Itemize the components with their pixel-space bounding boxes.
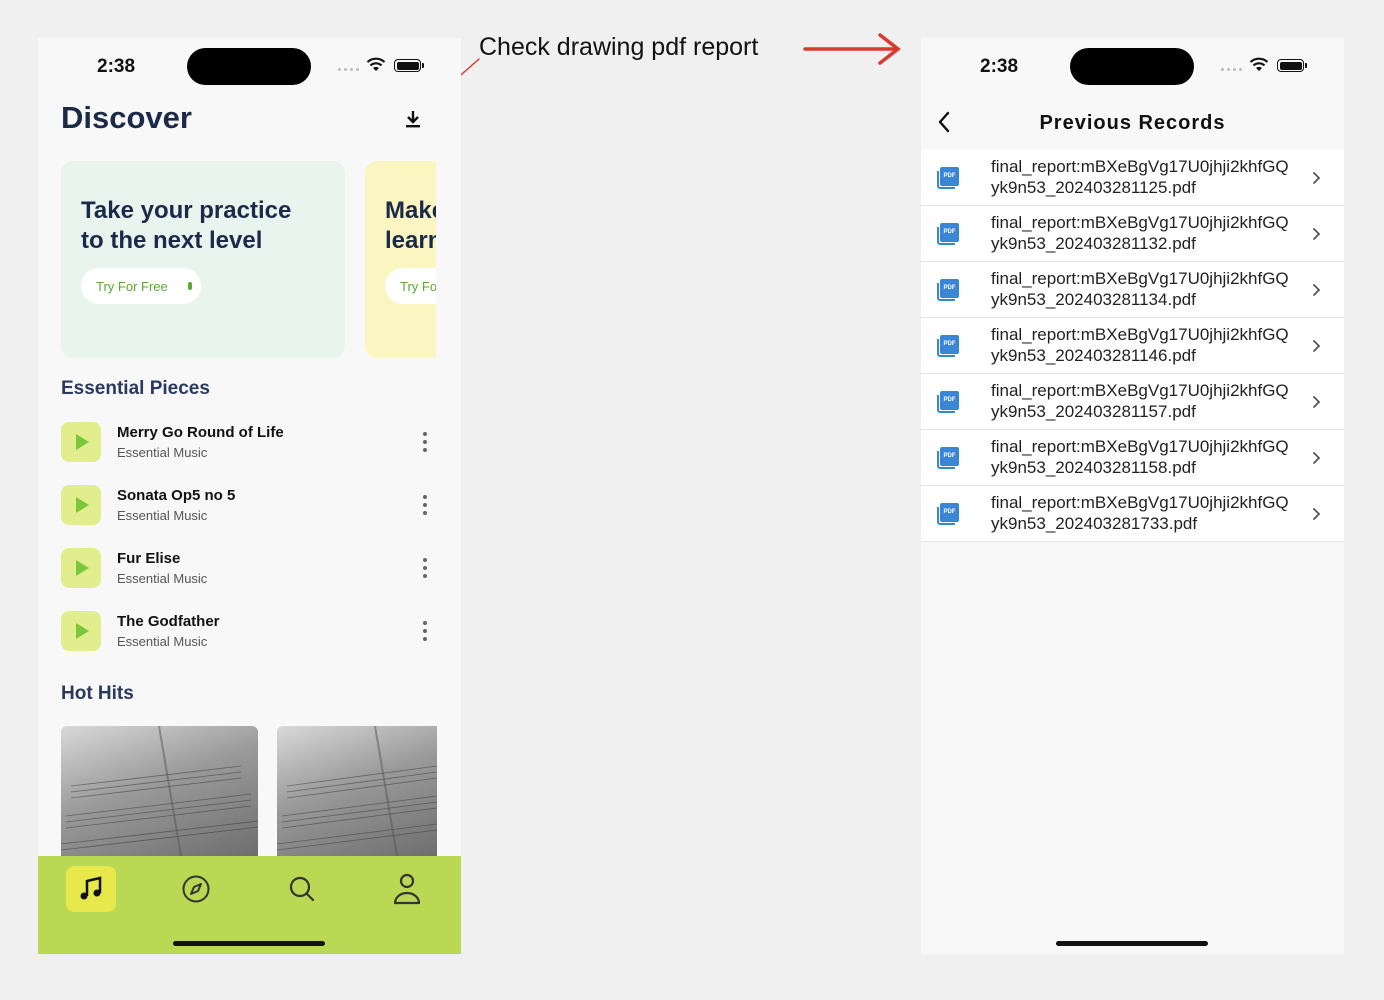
compass-icon: [182, 875, 210, 903]
chevron-right-icon: [1313, 452, 1321, 464]
pdf-icon: PDF: [937, 279, 959, 301]
list-item[interactable]: PDF final_report:mBXeBgVg17U0jhji2khfGQy…: [921, 262, 1344, 318]
list-item[interactable]: PDF final_report:mBXeBgVg17U0jhji2khfGQy…: [921, 150, 1344, 206]
chevron-right-icon: [1313, 172, 1321, 184]
pdf-icon: PDF: [937, 447, 959, 469]
nav-explore[interactable]: [171, 866, 221, 912]
try-for-free-button[interactable]: Try Fo: [385, 268, 436, 304]
chevron-right-icon: [1313, 340, 1321, 352]
try-for-free-button[interactable]: Try For Free: [81, 268, 201, 304]
home-indicator: [173, 941, 325, 946]
sheet-music-image: [277, 726, 437, 856]
list-item[interactable]: PDF final_report:mBXeBgVg17U0jhji2khfGQy…: [921, 430, 1344, 486]
page-title: Discover: [61, 100, 192, 135]
record-filename: final_report:mBXeBgVg17U0jhji2khfGQyk9n5…: [991, 269, 1289, 309]
record-filename: final_report:mBXeBgVg17U0jhji2khfGQyk9n5…: [991, 325, 1289, 365]
play-button[interactable]: [61, 422, 101, 462]
discover-screen: 2:38 Discover Take your practice to the …: [38, 38, 461, 954]
track-title: The Godfather: [117, 613, 220, 630]
list-item[interactable]: PDF final_report:mBXeBgVg17U0jhji2khfGQy…: [921, 374, 1344, 430]
signal-icon: [1221, 65, 1243, 71]
signal-icon: [338, 65, 360, 71]
promo-text: Make learn: [385, 197, 436, 254]
track-subtitle: Essential Music: [117, 508, 208, 523]
promo-card[interactable]: Make learn Try Fo: [365, 161, 436, 358]
pdf-icon: PDF: [937, 167, 959, 189]
chevron-right-icon: [1313, 396, 1321, 408]
app-header: Previous Records: [921, 94, 1344, 150]
list-item[interactable]: PDF final_report:mBXeBgVg17U0jhji2khfGQy…: [921, 486, 1344, 542]
list-item[interactable]: PDF final_report:mBXeBgVg17U0jhji2khfGQy…: [921, 206, 1344, 262]
hot-hit-card[interactable]: [61, 726, 258, 856]
play-icon: [76, 434, 89, 450]
track-title: Sonata Op5 no 5: [117, 487, 236, 504]
dynamic-island: [1070, 48, 1194, 85]
play-button[interactable]: [61, 611, 101, 651]
list-item[interactable]: PDF final_report:mBXeBgVg17U0jhji2khfGQy…: [921, 318, 1344, 374]
download-button[interactable]: [400, 107, 426, 131]
track-row[interactable]: Merry Go Round of Life Essential Music: [61, 422, 438, 464]
chevron-right-icon: [1313, 284, 1321, 296]
more-options-icon[interactable]: [419, 432, 431, 452]
track-row[interactable]: The Godfather Essential Music: [61, 611, 438, 653]
play-icon: [76, 623, 89, 639]
nav-music[interactable]: [66, 866, 116, 912]
play-icon: [76, 560, 89, 576]
record-filename: final_report:mBXeBgVg17U0jhji2khfGQyk9n5…: [991, 493, 1289, 533]
home-indicator: [1056, 941, 1208, 946]
wifi-icon: [366, 57, 386, 71]
record-filename: final_report:mBXeBgVg17U0jhji2khfGQyk9n5…: [991, 157, 1289, 197]
status-bar: 2:38: [38, 38, 461, 94]
more-options-icon[interactable]: [419, 558, 431, 578]
nav-profile[interactable]: [382, 866, 432, 912]
search-icon: [289, 876, 315, 902]
track-subtitle: Essential Music: [117, 571, 208, 586]
music-icon: [80, 876, 102, 900]
track-subtitle: Essential Music: [117, 445, 208, 460]
download-icon: [406, 111, 420, 128]
user-icon: [393, 873, 421, 905]
track-title: Merry Go Round of Life: [117, 424, 284, 441]
battery-icon: [1277, 59, 1307, 72]
hot-hit-card[interactable]: [277, 726, 437, 856]
previous-records-screen: 2:38 Previous Records PDF final_report:m…: [921, 38, 1344, 954]
pdf-icon: PDF: [937, 335, 959, 357]
chevron-right-icon: [1313, 508, 1321, 520]
bottom-nav: [38, 856, 461, 954]
status-time: 2:38: [97, 56, 136, 77]
section-title-hot-hits: Hot Hits: [61, 683, 134, 704]
track-row[interactable]: Fur Elise Essential Music: [61, 548, 438, 590]
more-options-icon[interactable]: [419, 621, 431, 641]
play-button[interactable]: [61, 485, 101, 525]
annotation-label: Check drawing pdf report: [479, 33, 759, 61]
status-time: 2:38: [980, 56, 1019, 77]
pdf-icon: PDF: [937, 503, 959, 525]
chevron-right-icon: [1313, 228, 1321, 240]
status-bar: 2:38: [921, 38, 1344, 94]
record-filename: final_report:mBXeBgVg17U0jhji2khfGQyk9n5…: [991, 213, 1289, 253]
track-title: Fur Elise: [117, 550, 181, 567]
track-subtitle: Essential Music: [117, 634, 208, 649]
page-title: Previous Records: [1039, 112, 1226, 134]
nav-search[interactable]: [277, 866, 327, 912]
wifi-icon: [1249, 57, 1269, 71]
record-filename: final_report:mBXeBgVg17U0jhji2khfGQyk9n5…: [991, 381, 1289, 421]
record-filename: final_report:mBXeBgVg17U0jhji2khfGQyk9n5…: [991, 437, 1289, 477]
sheet-music-image: [61, 726, 258, 856]
play-button[interactable]: [61, 548, 101, 588]
pdf-icon: PDF: [937, 391, 959, 413]
play-icon: [76, 497, 89, 513]
track-row[interactable]: Sonata Op5 no 5 Essential Music: [61, 485, 438, 527]
section-title-essential: Essential Pieces: [61, 378, 210, 399]
more-options-icon[interactable]: [419, 495, 431, 515]
promo-text: Take your practice to the next level: [81, 197, 292, 254]
records-list: PDF final_report:mBXeBgVg17U0jhji2khfGQy…: [921, 150, 1344, 542]
pdf-icon: PDF: [937, 223, 959, 245]
dynamic-island: [187, 48, 311, 85]
promo-card[interactable]: Take your practice to the next level Try…: [61, 161, 345, 358]
battery-icon: [394, 59, 424, 72]
